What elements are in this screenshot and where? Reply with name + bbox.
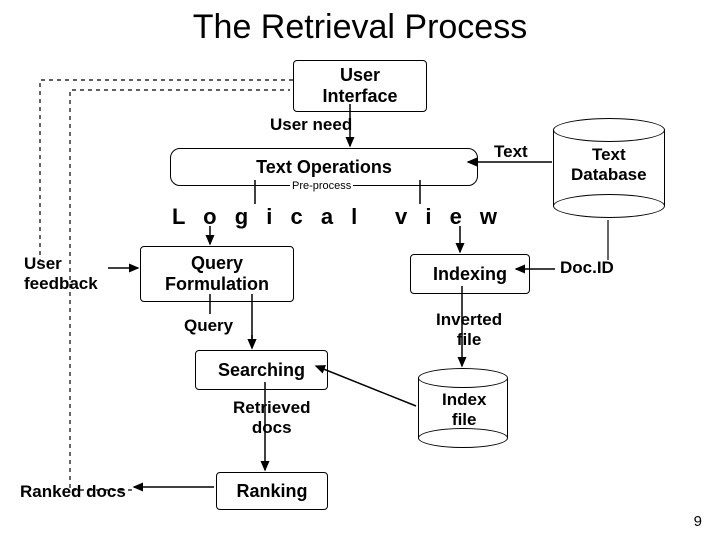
label-inverted-file: Invertedfile [436, 310, 502, 350]
label-doc-id: Doc.ID [560, 258, 614, 278]
label-query: Query [184, 316, 233, 336]
label-pre-process: Pre-process [290, 180, 353, 192]
label-view: v i e w [395, 204, 503, 230]
label-index-file: Indexfile [442, 390, 486, 430]
label-text-database: TextDatabase [571, 145, 647, 185]
box-indexing: Indexing [410, 254, 530, 294]
label-ranked-docs: Ranked docs [20, 482, 126, 502]
label-retrieved-docs: Retrieveddocs [233, 398, 310, 438]
box-searching: Searching [195, 350, 328, 390]
box-ranking: Ranking [216, 472, 328, 510]
label-user-feedback: Userfeedback [24, 254, 98, 294]
label-text: Text [494, 142, 528, 162]
page-number: 9 [694, 513, 702, 530]
label-user-need: User need [270, 115, 352, 135]
box-query-formulation: QueryFormulation [140, 246, 294, 302]
box-user-interface: UserInterface [293, 60, 427, 112]
slide-title: The Retrieval Process [0, 8, 720, 47]
label-logical: L o g i c a l [172, 204, 363, 230]
